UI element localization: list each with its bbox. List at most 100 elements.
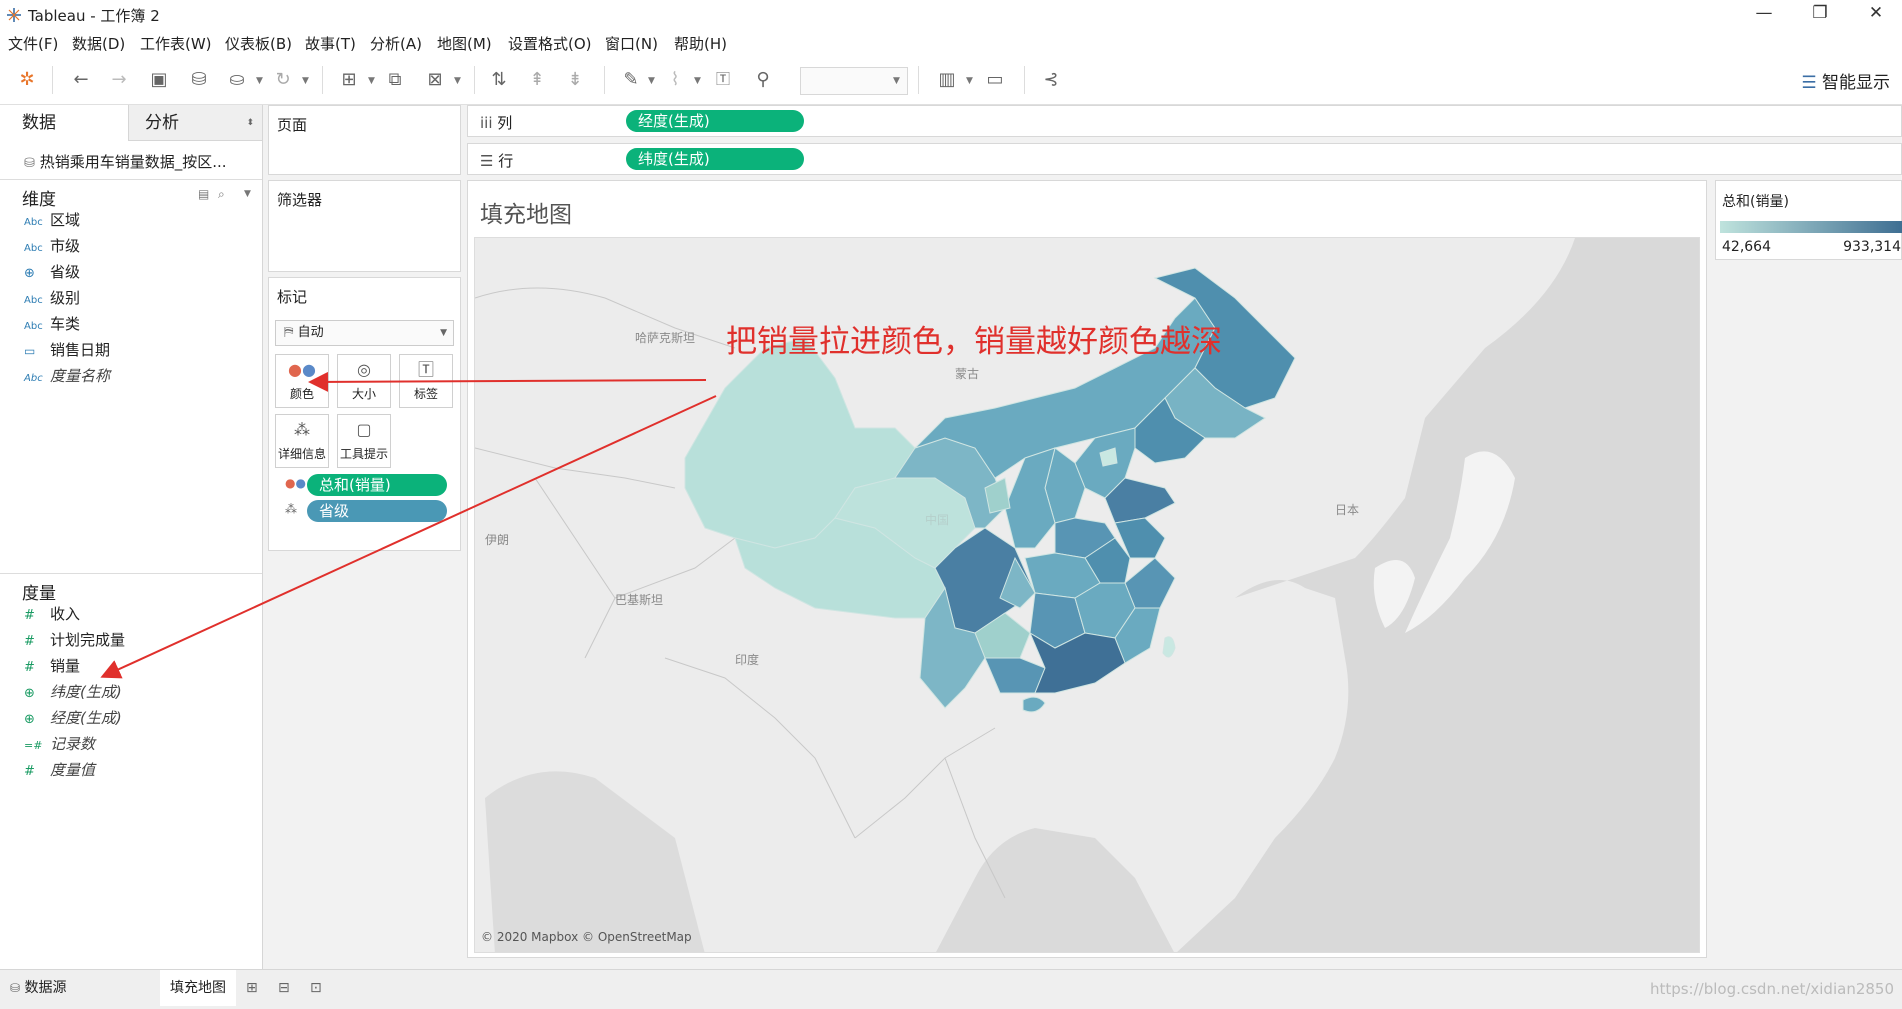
province-pill[interactable]: 省级 — [307, 500, 447, 522]
pause-updates-icon[interactable]: ⛀ — [226, 70, 248, 90]
tableau-logo-icon — [7, 8, 21, 22]
new-worksheet-icon[interactable]: ⊞ — [338, 70, 360, 90]
label-button[interactable]: 🅃 标签 — [399, 354, 453, 408]
presentation-mode-icon[interactable]: ▭ — [984, 70, 1006, 90]
chevron-down-icon[interactable]: ▼ — [256, 76, 263, 86]
field-level[interactable]: Abc 级别 — [24, 285, 254, 311]
duplicate-sheet-icon[interactable]: ⧉ — [384, 70, 406, 90]
color-legend[interactable]: 总和(销量) 42,664 933,314 — [1715, 180, 1902, 260]
chevron-down-icon[interactable]: ▼ — [966, 76, 973, 86]
annotation-text: 把销量拉进颜色，销量越好颜色越深 — [726, 324, 1222, 360]
new-worksheet-icon[interactable]: ⊞ — [246, 970, 258, 1006]
view-list-icon[interactable]: ▤ — [198, 187, 209, 201]
globe-icon: ⊕ — [24, 266, 35, 281]
tab-analysis[interactable]: 分析 ⬍ — [128, 105, 262, 141]
legend-title: 总和(销量) — [1722, 194, 1789, 210]
new-dashboard-icon[interactable]: ⊟ — [278, 970, 290, 1006]
detail-encoding-icon: ⁂ — [285, 502, 297, 516]
clear-sheet-icon[interactable]: ⊠ — [424, 70, 446, 90]
longitude-pill[interactable]: 经度(生成) — [626, 110, 804, 132]
menu-analysis[interactable]: 分析(A) — [370, 33, 422, 54]
field-measure-values[interactable]: # 度量值 — [24, 757, 254, 783]
field-longitude[interactable]: ⊕ 经度(生成) — [24, 705, 254, 731]
close-button[interactable]: ✕ — [1856, 3, 1896, 27]
chevron-down-icon[interactable]: ▼ — [302, 76, 309, 86]
refresh-icon[interactable]: ↻ — [272, 70, 294, 90]
tableau-home-icon[interactable]: ✲ — [16, 70, 38, 90]
show-labels-icon[interactable]: 🅃 — [712, 70, 734, 90]
highlight-icon[interactable]: ✎ — [620, 70, 642, 90]
tooltip-label: 工具提示 — [339, 447, 388, 461]
datasource-tab[interactable]: ⛁ 数据源 — [10, 970, 67, 1006]
color-button[interactable]: ●● 颜色 — [275, 354, 329, 408]
field-latitude[interactable]: ⊕ 纬度(生成) — [24, 679, 254, 705]
field-sales[interactable]: # 销量 — [24, 653, 254, 679]
field-label: 计划完成量 — [50, 631, 126, 649]
smart-show-button[interactable]: ☰ 智能显示 — [1801, 68, 1890, 93]
field-province[interactable]: ⊕ 省级 — [24, 259, 254, 285]
chevron-down-icon[interactable]: ▼ — [368, 76, 375, 86]
rows-shelf[interactable]: ☰ 行 纬度(生成) — [467, 143, 1902, 175]
menu-format[interactable]: 设置格式(O) — [508, 33, 592, 54]
globe-icon: ⊕ — [24, 686, 35, 701]
measures-list: # 收入 # 计划完成量 # 销量 ⊕ 纬度(生成) ⊕ 经度(生成) =# 记录数 # 度量… — [24, 601, 254, 783]
tooltip-button[interactable]: ▢ 工具提示 — [337, 414, 391, 468]
swap-rows-columns-icon[interactable]: ⇅ — [488, 70, 510, 90]
sum-sales-pill[interactable]: 总和(销量) — [307, 474, 447, 496]
sheet-tab-filled-map[interactable]: 填充地图 — [160, 970, 236, 1006]
menu-worksheet[interactable]: 工作表(W) — [140, 33, 212, 54]
menu-map[interactable]: 地图(M) — [437, 33, 492, 54]
restore-button[interactable]: ❐ — [1800, 3, 1840, 27]
new-datasource-icon[interactable]: ⛁ — [188, 70, 210, 90]
show-cards-icon[interactable]: ▥ — [936, 70, 958, 90]
menu-dashboard[interactable]: 仪表板(B) — [225, 33, 292, 54]
columns-shelf[interactable]: iii 列 经度(生成) — [467, 105, 1902, 137]
field-income[interactable]: # 收入 — [24, 601, 254, 627]
mark-type-dropdown[interactable]: ⛿ 自动 ▼ — [275, 320, 454, 346]
field-plan-completion[interactable]: # 计划完成量 — [24, 627, 254, 653]
share-icon[interactable]: ⊰ — [1040, 70, 1062, 90]
number-type-icon: # — [24, 634, 35, 649]
undo-icon[interactable]: ← — [70, 70, 92, 90]
field-city[interactable]: Abc 市级 — [24, 233, 254, 259]
pin-icon[interactable]: ⚲ — [752, 70, 774, 90]
field-record-count[interactable]: =# 记录数 — [24, 731, 254, 757]
tab-data[interactable]: 数据 — [0, 105, 128, 141]
divider — [0, 179, 262, 180]
sort-descending-icon[interactable]: ⇟ — [564, 70, 586, 90]
menu-file[interactable]: 文件(F) — [8, 33, 58, 54]
group-members-icon[interactable]: ⌇ — [664, 70, 686, 90]
chevron-down-icon[interactable]: ▼ — [244, 189, 251, 199]
fit-dropdown[interactable]: ▼ — [800, 67, 908, 95]
datasource-name: 热销乘用车销量数据_按区... — [39, 153, 227, 171]
field-label: 销量 — [50, 657, 81, 675]
filters-shelf[interactable]: 筛选器 — [268, 180, 461, 272]
datasource-item[interactable]: ⛁ 热销乘用车销量数据_按区... — [24, 149, 260, 175]
menu-data[interactable]: 数据(D) — [72, 33, 125, 54]
label-icon: 🅃 — [417, 360, 434, 379]
field-region[interactable]: Abc 区域 — [24, 207, 254, 233]
menu-story[interactable]: 故事(T) — [305, 33, 356, 54]
save-icon[interactable]: ▣ — [148, 70, 170, 90]
minimize-button[interactable]: — — [1744, 3, 1784, 27]
redo-icon[interactable]: → — [108, 70, 130, 90]
latitude-pill[interactable]: 纬度(生成) — [626, 148, 804, 170]
field-car-type[interactable]: Abc 车类 — [24, 311, 254, 337]
field-measure-names[interactable]: Abc 度量名称 — [24, 363, 254, 389]
detail-button[interactable]: ⁂ 详细信息 — [275, 414, 329, 468]
sort-ascending-icon[interactable]: ⇞ — [526, 70, 548, 90]
columns-icon: iii — [480, 114, 493, 132]
chevron-down-icon[interactable]: ▼ — [454, 76, 461, 86]
chevron-down-icon[interactable]: ▼ — [648, 76, 655, 86]
rows-icon: ☰ — [480, 152, 494, 170]
marks-card: 标记 ⛿ 自动 ▼ ●● 颜色 ◎ 大小 🅃 标签 ⁂ 详细信息 ▢ 工具提示 … — [268, 277, 461, 551]
menu-bar: 文件(F) 数据(D) 工作表(W) 仪表板(B) 故事(T) 分析(A) 地图… — [0, 30, 1902, 56]
field-sale-date[interactable]: ▭ 销售日期 — [24, 337, 254, 363]
size-button[interactable]: ◎ 大小 — [337, 354, 391, 408]
search-icon[interactable]: ⌕ — [218, 187, 225, 202]
pages-shelf[interactable]: 页面 — [268, 105, 461, 175]
new-story-icon[interactable]: ⊡ — [310, 970, 322, 1006]
menu-window[interactable]: 窗口(N) — [605, 33, 658, 54]
chevron-down-icon[interactable]: ▼ — [694, 76, 701, 86]
menu-help[interactable]: 帮助(H) — [674, 33, 727, 54]
